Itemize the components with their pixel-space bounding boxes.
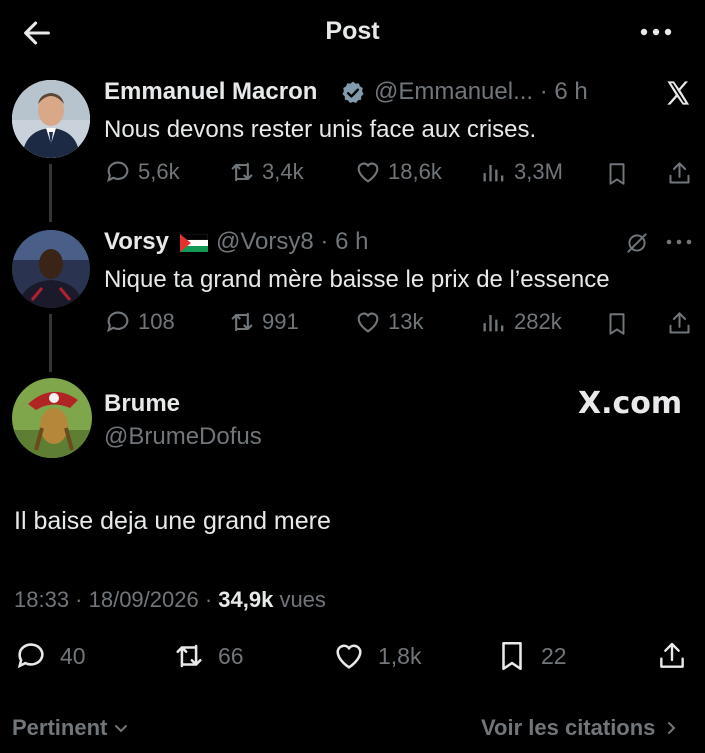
- avatar[interactable]: [12, 80, 90, 158]
- verified-badge-icon: [342, 81, 364, 103]
- views-count: 3,3M: [514, 159, 563, 184]
- bookmark-icon: [502, 641, 522, 671]
- views-button[interactable]: 3,3M: [480, 158, 563, 186]
- repost-count: 991: [262, 309, 299, 334]
- reply-icon: [107, 311, 129, 333]
- repost-button[interactable]: 66: [172, 639, 244, 673]
- thread-line: [49, 314, 52, 372]
- author-name[interactable]: Emmanuel Macron: [104, 78, 317, 106]
- author-handle: @BrumeDofus: [104, 423, 262, 450]
- sort-dropdown[interactable]: Pertinent: [12, 715, 129, 741]
- avatar-image: [12, 80, 90, 158]
- bookmark-icon[interactable]: [604, 311, 630, 337]
- repost-icon: [176, 644, 202, 668]
- reply-button[interactable]: 40: [14, 639, 86, 673]
- repost-count: 66: [218, 642, 244, 669]
- thread-line: [49, 164, 52, 222]
- bookmark-count: 22: [541, 642, 567, 669]
- reply-icon: [17, 643, 44, 669]
- post-text: Il baise deja une grand mere: [14, 507, 331, 535]
- page-title: Post: [325, 17, 380, 45]
- bookmark-button[interactable]: 22: [495, 639, 567, 673]
- views-count: 34,9k: [218, 587, 274, 612]
- handle-time: @Emmanuel... · 6 h: [374, 78, 588, 105]
- more-icon[interactable]: [636, 22, 676, 42]
- reply-button[interactable]: 108: [104, 308, 175, 336]
- avatar-image: [12, 378, 92, 458]
- share-icon[interactable]: [666, 160, 693, 187]
- like-count: 18,6k: [388, 159, 442, 184]
- share-icon[interactable]: [666, 310, 693, 337]
- like-button[interactable]: 1,8k: [332, 639, 421, 673]
- quotes-label: Voir les citations: [481, 715, 656, 740]
- tweet-text: Nous devons rester unis face aux crises.: [104, 116, 537, 143]
- like-button[interactable]: 18,6k: [354, 158, 442, 186]
- like-icon: [357, 162, 379, 183]
- avatar-image: [12, 230, 90, 308]
- views-label: vues: [273, 587, 326, 612]
- tweet-text: Nique ta grand mère baisse le prix de l’…: [104, 266, 610, 293]
- handle-time: @Vorsy8 · 6 h: [216, 228, 369, 255]
- reply-count: 40: [60, 642, 86, 669]
- like-icon: [357, 312, 379, 333]
- grok-icon[interactable]: [624, 230, 650, 256]
- repost-icon: [231, 162, 253, 182]
- palestine-flag-icon: [180, 234, 208, 252]
- reply-icon: [107, 161, 129, 183]
- repost-count: 3,4k: [262, 159, 304, 184]
- repost-button[interactable]: 991: [228, 308, 299, 336]
- sort-label: Pertinent: [12, 715, 108, 740]
- views-button[interactable]: 282k: [480, 308, 562, 336]
- watermark: X.com: [578, 386, 683, 421]
- avatar[interactable]: [12, 230, 90, 308]
- like-count: 1,8k: [378, 642, 422, 669]
- chevron-down-icon: [115, 725, 128, 733]
- share-icon[interactable]: [656, 640, 688, 672]
- reply-button[interactable]: 5,6k: [104, 158, 180, 186]
- like-icon: [336, 644, 362, 669]
- author-name[interactable]: Vorsy: [104, 228, 169, 256]
- reply-count: 5,6k: [138, 159, 180, 184]
- views-icon: [483, 165, 504, 182]
- avatar[interactable]: [12, 378, 92, 458]
- x-logo-icon[interactable]: [664, 79, 692, 107]
- like-count: 13k: [388, 309, 424, 334]
- post-meta: 18:33 · 18/09/2026 · 34,9k vues: [14, 587, 326, 613]
- author-name[interactable]: Brume: [104, 390, 180, 418]
- repost-icon: [231, 312, 253, 332]
- more-icon[interactable]: [664, 234, 694, 250]
- views-icon: [483, 315, 504, 332]
- views-count: 282k: [514, 309, 562, 334]
- quotes-link[interactable]: Voir les citations: [481, 715, 679, 741]
- bookmark-icon[interactable]: [604, 161, 630, 187]
- reply-count: 108: [138, 309, 175, 334]
- repost-button[interactable]: 3,4k: [228, 158, 304, 186]
- post-timestamp: 18:33 · 18/09/2026 ·: [14, 587, 219, 612]
- like-button[interactable]: 13k: [354, 308, 423, 336]
- chevron-right-icon: [668, 722, 676, 734]
